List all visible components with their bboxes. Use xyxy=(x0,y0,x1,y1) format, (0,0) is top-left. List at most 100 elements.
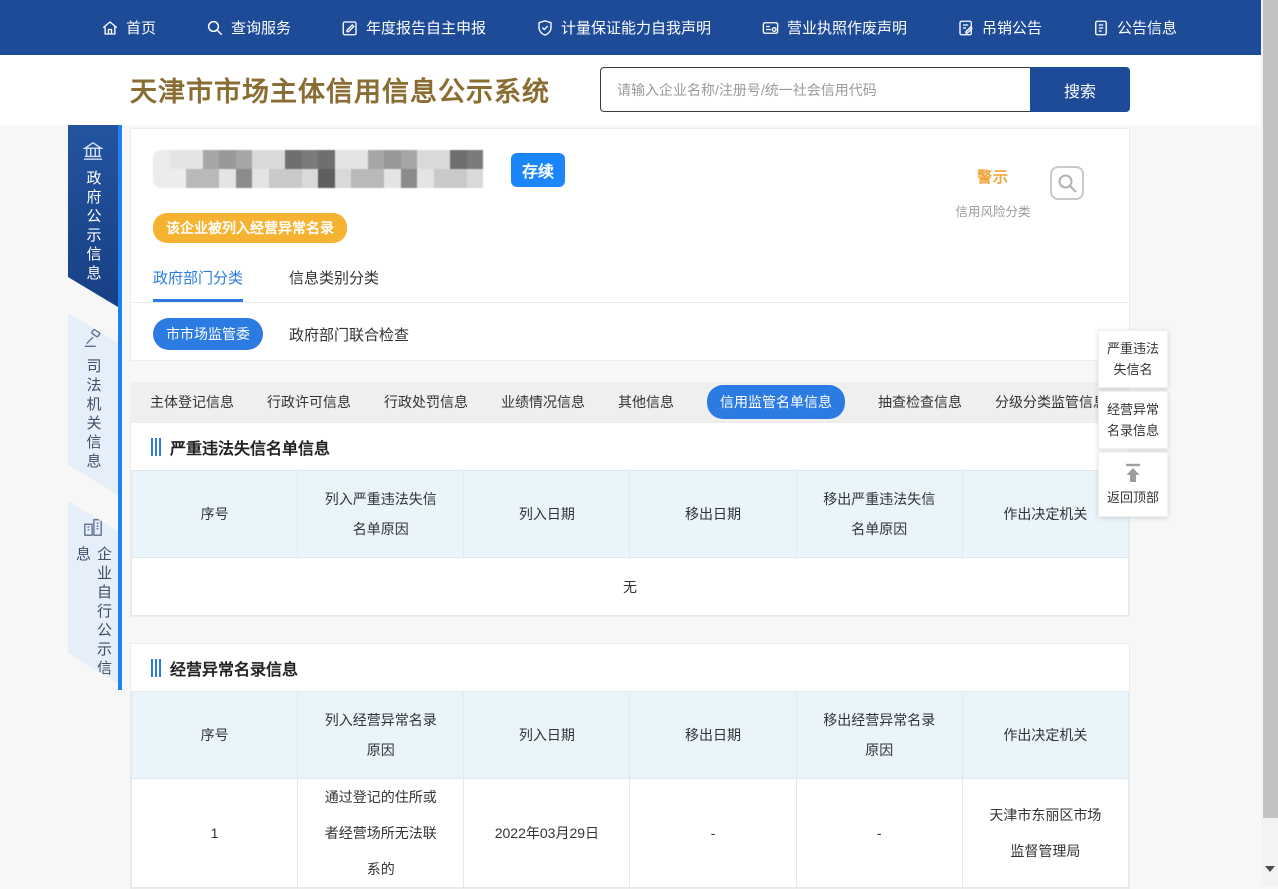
enterprise-buildings-icon xyxy=(82,517,104,537)
scrollbar-down-arrow-icon[interactable] xyxy=(1265,866,1275,872)
risk-level-label: 警示 xyxy=(945,166,1041,187)
tab-registration-info[interactable]: 主体登记信息 xyxy=(150,392,234,412)
table-header-row: 序号 列入严重违法失信名单原因 列入日期 移出日期 移出严重违法失信名单原因 作… xyxy=(132,471,1129,558)
credit-risk-lookup-icon[interactable] xyxy=(1049,165,1085,201)
table-header-cell: 列入严重违法失信名单原因 xyxy=(298,471,464,558)
nav-label: 吊销公告 xyxy=(982,17,1042,38)
table-cell: - xyxy=(796,779,962,888)
table-header-cell: 列入经营异常名录原因 xyxy=(298,692,464,779)
table-header-cell: 序号 xyxy=(132,471,298,558)
nav-annual-report[interactable]: 年度报告自主申报 xyxy=(341,17,486,38)
page-title: 天津市市场主体信用信息公示系统 xyxy=(130,70,550,109)
filter-market-regulation-committee[interactable]: 市市场监管委 xyxy=(153,318,263,350)
tab-government-department[interactable]: 政府部门分类 xyxy=(153,257,243,302)
shield-check-icon xyxy=(536,19,554,37)
back-to-top-button[interactable]: 返回顶部 xyxy=(1098,452,1168,517)
tab-graded-supervision-info[interactable]: 分级分类监管信息 xyxy=(995,392,1107,412)
tab-credit-supervision-list-info[interactable]: 信用监管名单信息 xyxy=(707,385,845,419)
section-bars-icon xyxy=(151,438,161,456)
info-tab-strip: 主体登记信息 行政许可信息 行政处罚信息 业绩情况信息 其他信息 信用监管名单信… xyxy=(130,382,1130,422)
table-header-cell: 移出日期 xyxy=(630,692,796,779)
sidebar-item-label: 企业自行公示信息 xyxy=(72,546,114,683)
government-building-icon xyxy=(82,141,104,161)
quick-nav-serious-illegal[interactable]: 严重违法失信名 xyxy=(1098,330,1168,388)
table-cell: 2022年03月29日 xyxy=(464,779,630,888)
section-abnormal-operation-list: 经营异常名录信息 序号 列入经营异常名录原因 列入日期 移出日期 移出经营异常名… xyxy=(130,643,1130,889)
home-icon xyxy=(101,19,119,37)
gavel-icon xyxy=(82,329,104,349)
nav-label: 公告信息 xyxy=(1117,17,1177,38)
nav-label: 计量保证能力自我声明 xyxy=(561,17,711,38)
tab-spot-check-info[interactable]: 抽查检查信息 xyxy=(878,392,962,412)
table-header-cell: 作出决定机关 xyxy=(962,692,1128,779)
quick-nav-abnormal-list[interactable]: 经营异常名录信息 xyxy=(1098,391,1168,449)
tab-other-info[interactable]: 其他信息 xyxy=(618,392,674,412)
back-to-top-label: 返回顶部 xyxy=(1107,490,1159,505)
nav-label: 查询服务 xyxy=(231,17,291,38)
section-bars-icon xyxy=(151,659,161,677)
filter-joint-inspection[interactable]: 政府部门联合检查 xyxy=(289,324,409,345)
tab-administrative-penalty-info[interactable]: 行政处罚信息 xyxy=(384,392,468,412)
table-header-row: 序号 列入经营异常名录原因 列入日期 移出日期 移出经营异常名录原因 作出决定机… xyxy=(132,692,1129,779)
section-title: 严重违法失信名单信息 xyxy=(170,435,330,459)
nav-license-void[interactable]: 营业执照作废声明 xyxy=(761,17,907,38)
tab-performance-info[interactable]: 业绩情况信息 xyxy=(501,392,585,412)
search-icon xyxy=(206,19,224,37)
table-header-cell: 列入日期 xyxy=(464,471,630,558)
abnormal-list-badge: 该企业被列入经营异常名录 xyxy=(153,213,347,243)
table-header-cell: 移出经营异常名录原因 xyxy=(796,692,962,779)
tab-information-category[interactable]: 信息类别分类 xyxy=(289,257,379,302)
abnormal-operation-table: 序号 列入经营异常名录原因 列入日期 移出日期 移出经营异常名录原因 作出决定机… xyxy=(131,691,1129,888)
annual-report-icon xyxy=(341,19,359,37)
redacted-company-name xyxy=(153,150,499,188)
main-content: 存续 警示 信用风险分类 该企业被列入经营异常名录 政府部门分类 信息类别分类 … xyxy=(130,128,1130,889)
license-void-icon xyxy=(761,19,780,37)
revoke-notice-icon xyxy=(957,19,975,37)
nav-bulletin-info[interactable]: 公告信息 xyxy=(1092,17,1177,38)
tab-administrative-license-info[interactable]: 行政许可信息 xyxy=(267,392,351,412)
section-title-row: 严重违法失信名单信息 xyxy=(131,423,1129,470)
sidebar-item-judicial-info[interactable]: 司法机关信息 xyxy=(68,313,118,495)
nav-label: 营业执照作废声明 xyxy=(787,17,907,38)
table-header-cell: 移出严重违法失信名单原因 xyxy=(796,471,962,558)
site-header: 天津市市场主体信用信息公示系统 搜索 xyxy=(0,55,1278,125)
sidebar-accent-line xyxy=(118,125,122,690)
left-sidebar: 政府公示信息 司法机关信息 企业自行公示信息 xyxy=(68,125,122,690)
empty-placeholder-cell: 无 xyxy=(132,558,1129,616)
table-cell: 1 xyxy=(132,779,298,888)
nav-label: 首页 xyxy=(126,17,156,38)
classification-tabs: 政府部门分类 信息类别分类 xyxy=(131,257,1129,303)
table-header-cell: 列入日期 xyxy=(464,692,630,779)
sidebar-item-enterprise-self-publicity[interactable]: 企业自行公示信息 xyxy=(68,501,118,683)
risk-caption: 信用风险分类 xyxy=(945,201,1041,220)
scrollbar-thumb[interactable] xyxy=(1263,0,1278,818)
sidebar-item-label: 司法机关信息 xyxy=(83,358,104,472)
table-cell: 天津市东丽区市场监督管理局 xyxy=(962,779,1128,888)
sidebar-item-label: 政府公示信息 xyxy=(83,170,104,284)
table-header-cell: 序号 xyxy=(132,692,298,779)
table-cell: 通过登记的住所或者经营场所无法联系的 xyxy=(298,779,464,888)
sidebar-item-government-publicity[interactable]: 政府公示信息 xyxy=(68,125,118,307)
section-title: 经营异常名录信息 xyxy=(170,656,298,680)
search-input[interactable] xyxy=(600,67,1030,112)
nav-revocation-notice[interactable]: 吊销公告 xyxy=(957,17,1042,38)
nav-query-service[interactable]: 查询服务 xyxy=(206,17,291,38)
nav-label: 年度报告自主申报 xyxy=(366,17,486,38)
nav-metrology-declaration[interactable]: 计量保证能力自我声明 xyxy=(536,17,711,38)
bulletin-icon xyxy=(1092,19,1110,37)
status-badge: 存续 xyxy=(511,153,565,187)
section-serious-illegal-dishonesty: 严重违法失信名单信息 序号 列入严重违法失信名单原因 列入日期 移出日期 移出严… xyxy=(130,422,1130,617)
department-filter-row: 市市场监管委 政府部门联合检查 xyxy=(153,318,409,350)
quick-nav-panel: 严重违法失信名 经营异常名录信息 返回顶部 xyxy=(1098,330,1168,520)
table-cell: - xyxy=(630,779,796,888)
vertical-scrollbar xyxy=(1261,0,1278,886)
nav-home[interactable]: 首页 xyxy=(101,17,156,38)
search-button[interactable]: 搜索 xyxy=(1030,67,1130,112)
credit-risk-block: 警示 信用风险分类 xyxy=(945,166,1041,220)
table-header-cell: 移出日期 xyxy=(630,471,796,558)
search-bar: 搜索 xyxy=(600,67,1130,112)
table-row: 1 通过登记的住所或者经营场所无法联系的 2022年03月29日 - - 天津市… xyxy=(132,779,1129,888)
arrow-up-icon xyxy=(1121,463,1145,483)
section-title-row: 经营异常名录信息 xyxy=(131,644,1129,691)
company-summary-card: 存续 警示 信用风险分类 该企业被列入经营异常名录 政府部门分类 信息类别分类 … xyxy=(130,128,1130,361)
